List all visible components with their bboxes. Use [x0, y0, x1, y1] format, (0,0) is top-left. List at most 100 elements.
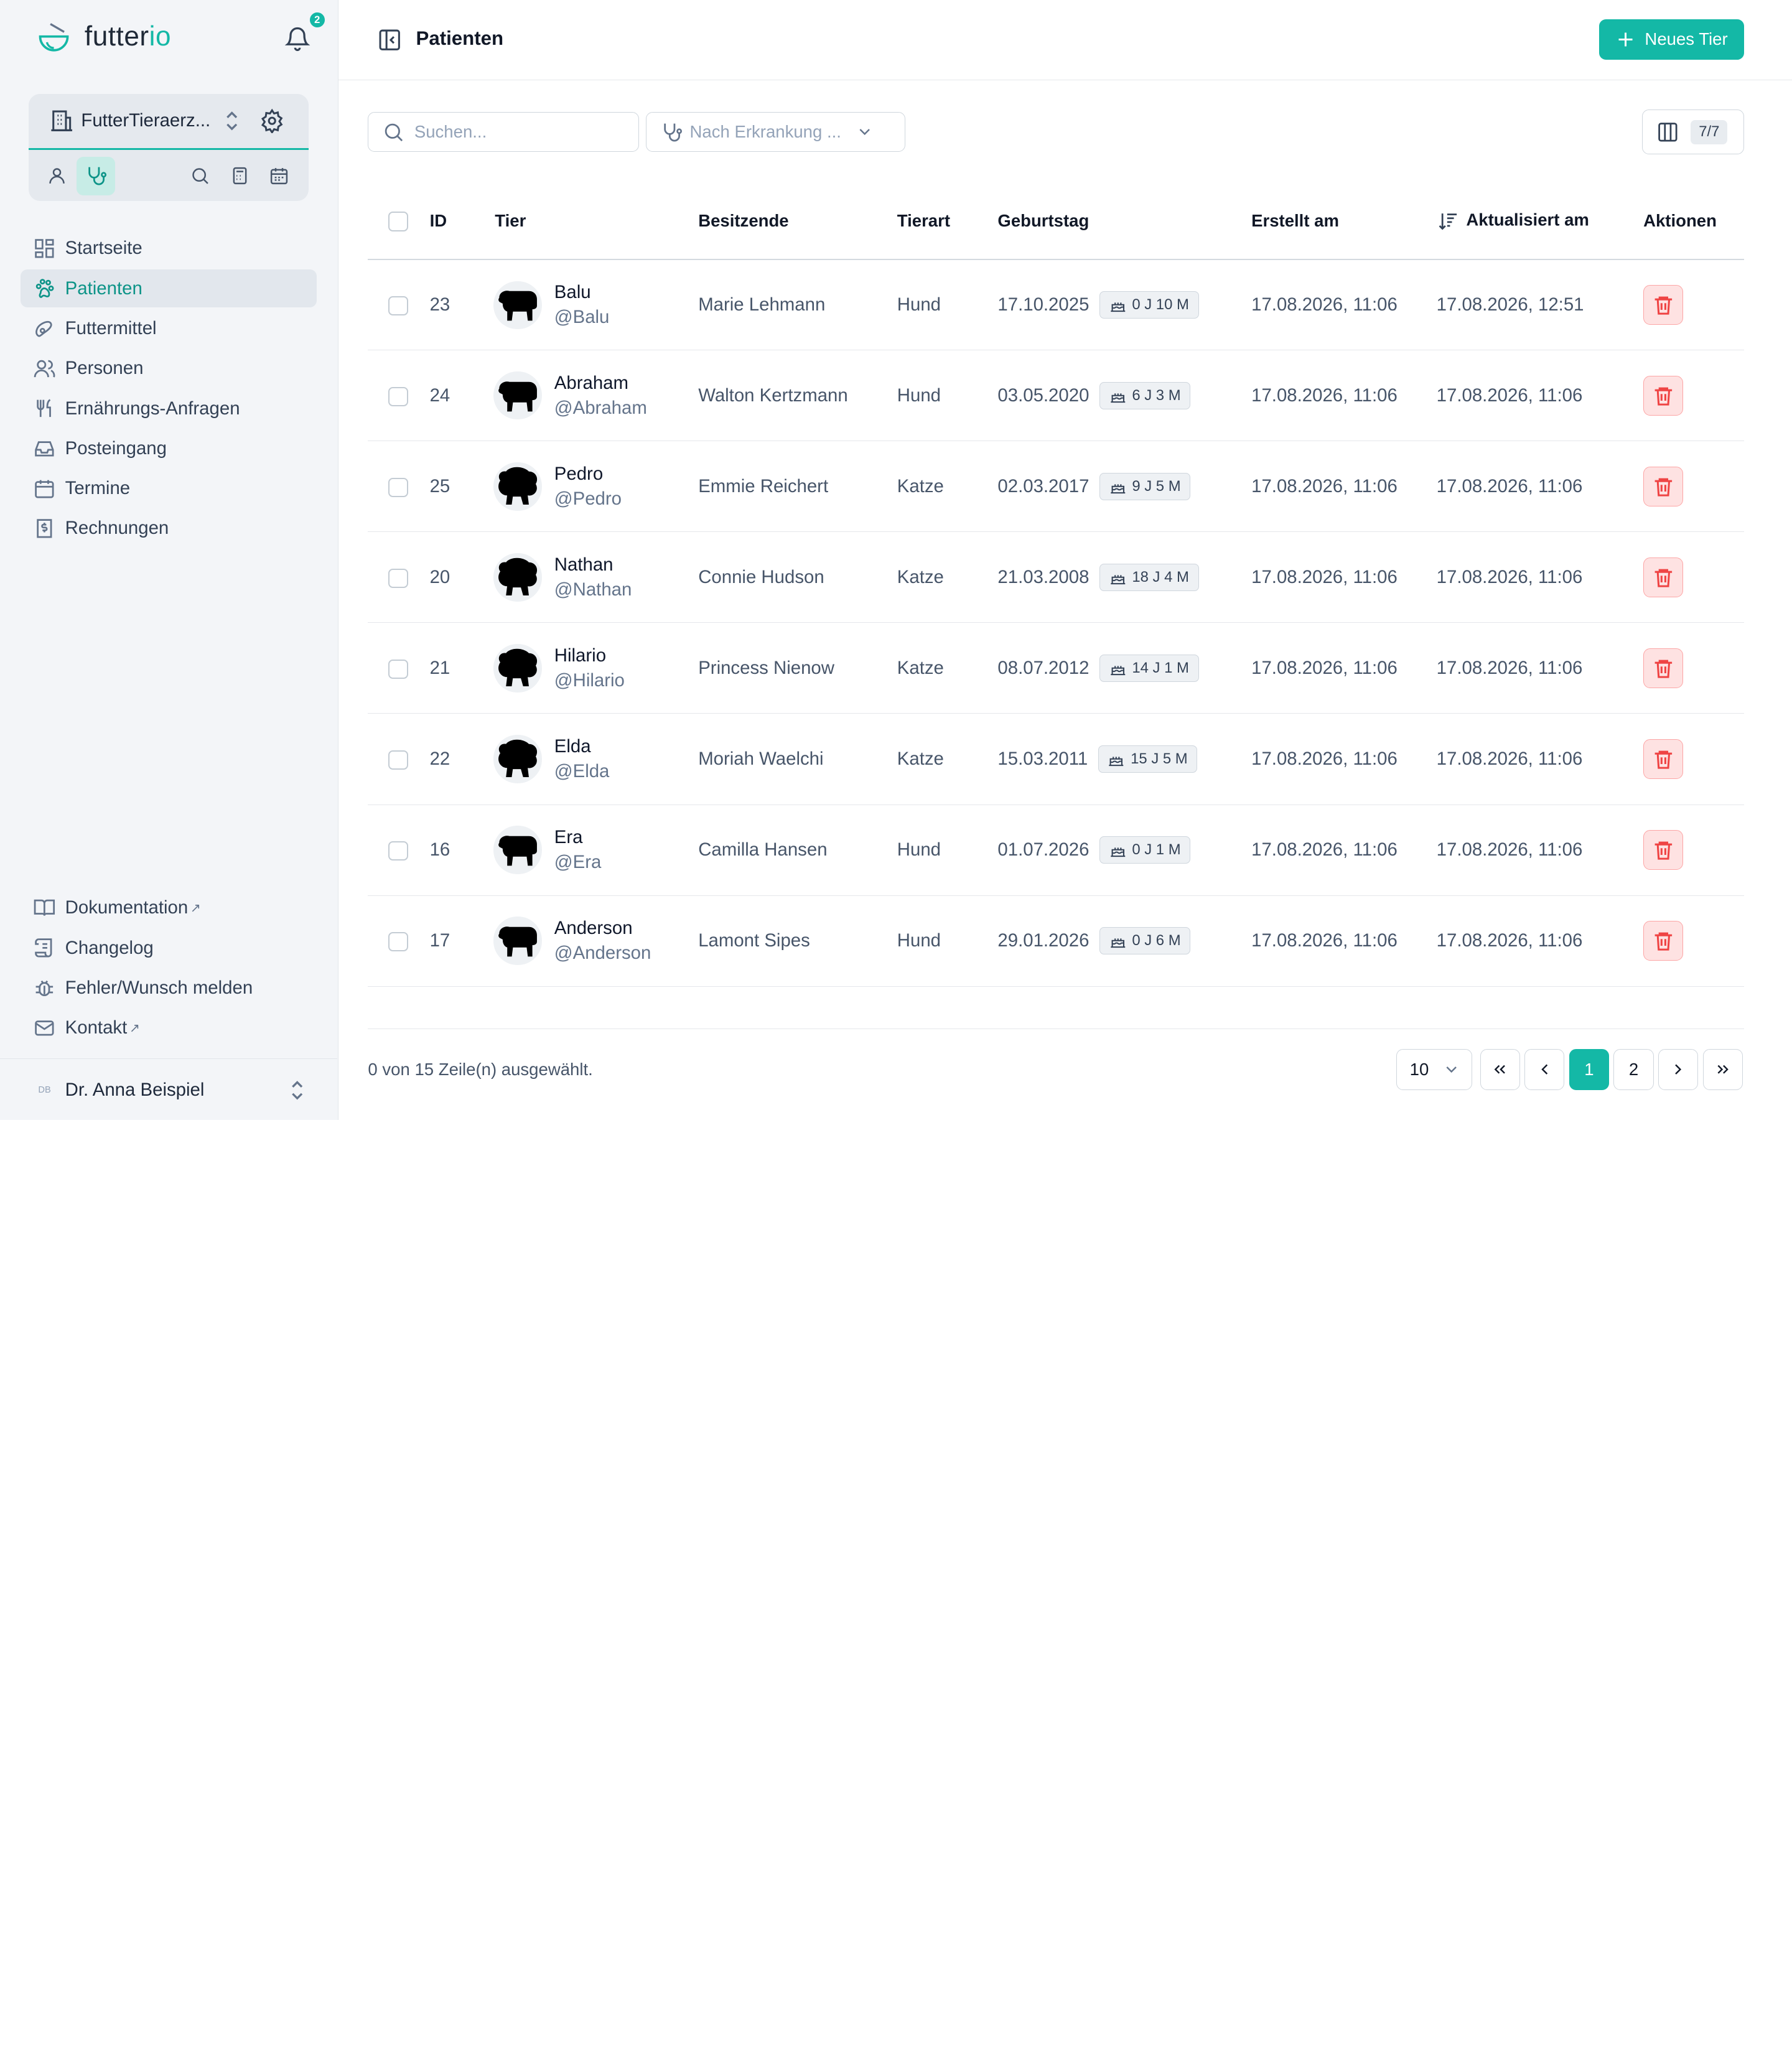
row-checkbox[interactable] — [388, 750, 408, 770]
page-size-select[interactable]: 10 — [1396, 1049, 1472, 1091]
first-page-button[interactable] — [1480, 1049, 1520, 1091]
row-checkbox[interactable] — [388, 568, 408, 588]
delete-button[interactable] — [1643, 557, 1684, 598]
animal-name: Anderson — [554, 917, 633, 938]
search-input[interactable] — [414, 122, 620, 142]
clinic-name: FutterTieraerz... — [81, 110, 211, 131]
brand-logo[interactable]: futterio — [37, 21, 171, 52]
sidebar-item-label: Termine — [65, 478, 131, 499]
row-select-cell — [368, 895, 430, 987]
cell-tier[interactable]: Nathan @Nathan — [493, 531, 699, 623]
row-checkbox[interactable] — [388, 296, 408, 315]
calendar-tool[interactable] — [259, 157, 298, 195]
delete-button[interactable] — [1643, 829, 1684, 870]
sidebar-item-dokumentation[interactable]: Dokumentation ↗ — [21, 889, 317, 927]
cell-tier[interactable]: Abraham @Abraham — [493, 350, 699, 442]
calculator-tool[interactable] — [220, 157, 259, 195]
chevron-down-icon — [859, 129, 870, 136]
header-tier[interactable]: Tier — [495, 182, 699, 260]
user-menu[interactable]: DB Dr. Anna Beispiel — [32, 1070, 306, 1111]
next-page-button[interactable] — [1658, 1049, 1699, 1091]
avatar — [493, 553, 542, 602]
cell-tier[interactable]: Anderson @Anderson — [493, 895, 699, 987]
sidebar-item-termine[interactable]: Termine — [21, 470, 317, 508]
clinic-select[interactable]: FutterTieraerz... — [28, 93, 309, 150]
row-checkbox[interactable] — [388, 659, 408, 679]
animal-name: Elda — [554, 735, 591, 757]
last-page-button[interactable] — [1702, 1049, 1743, 1091]
animal-cell: Elda @Elda — [493, 734, 698, 785]
sidebar-item-rechnungen[interactable]: Rechnungen — [21, 510, 317, 548]
plus-icon — [1618, 32, 1633, 47]
cell-tier[interactable]: Pedro @Pedro — [493, 441, 699, 533]
delete-button[interactable] — [1643, 285, 1684, 325]
row-checkbox[interactable] — [388, 841, 408, 861]
cell-created: 17.08.2026, 11:06 — [1251, 441, 1437, 533]
table-row[interactable]: 20 Nathan @Nathan Connie Hudson Katze 21… — [368, 531, 1744, 623]
search-tool[interactable] — [180, 157, 219, 195]
row-checkbox[interactable] — [388, 931, 408, 951]
delete-button[interactable] — [1643, 920, 1684, 961]
page-2-button[interactable]: 2 — [1613, 1049, 1654, 1091]
person-tool[interactable] — [38, 157, 77, 195]
row-checkbox[interactable] — [388, 386, 408, 406]
bell-icon[interactable] — [284, 25, 311, 52]
table-row[interactable]: 24 Abraham @Abraham Walton Kertzmann Hun… — [368, 350, 1744, 442]
table-row[interactable]: 17 Anderson @Anderson Lamont Sipes Hund … — [368, 895, 1744, 987]
row-select-cell — [368, 531, 430, 623]
sidebar-item-posteingang[interactable]: Posteingang — [21, 430, 317, 468]
cell-tier[interactable]: Elda @Elda — [493, 713, 699, 805]
age-value: 0 J 10 M — [1132, 296, 1189, 314]
avatar: DB — [38, 1085, 51, 1096]
page-1-button[interactable]: 1 — [1569, 1049, 1610, 1091]
delete-button[interactable] — [1643, 648, 1684, 689]
sidebar-item-startseite[interactable]: Startseite — [21, 230, 317, 268]
select-all-checkbox[interactable] — [388, 212, 408, 231]
header-id[interactable]: ID — [429, 182, 495, 260]
cell-species: Hund — [897, 805, 998, 896]
stethoscope-tool[interactable] — [77, 156, 116, 196]
search-box[interactable] — [368, 111, 639, 152]
header-erstellt[interactable]: Erstellt am — [1251, 182, 1437, 260]
disease-filter[interactable]: Nach Erkrankung ... — [645, 111, 905, 152]
table-row[interactable]: 25 Pedro @Pedro Emmie Reichert Katze 02.… — [368, 441, 1744, 533]
gear-icon[interactable] — [259, 108, 284, 134]
cell-tier[interactable]: Hilario @Hilario — [493, 622, 699, 714]
cell-updated: 17.08.2026, 11:06 — [1436, 441, 1644, 533]
sidebar-item-fehler-melden[interactable]: Fehler/Wunsch melden — [21, 969, 317, 1007]
sidebar-toggle-icon[interactable] — [377, 27, 402, 52]
cell-tier[interactable]: Era @Era — [493, 805, 699, 896]
header-geburtstag[interactable]: Geburtstag — [997, 182, 1252, 260]
table-row[interactable]: 21 Hilario @Hilario Princess Nienow Katz… — [368, 622, 1744, 714]
sidebar-item-changelog[interactable]: Changelog — [21, 929, 317, 967]
cell-species: Katze — [897, 531, 998, 623]
delete-button[interactable] — [1643, 375, 1684, 416]
sidebar-item-futtermittel[interactable]: Futtermittel — [21, 310, 317, 348]
cell-tier[interactable]: Balu @Balu — [493, 259, 699, 351]
new-animal-button[interactable]: Neues Tier — [1598, 19, 1744, 60]
columns-toggle-button[interactable]: 7/7 — [1642, 110, 1744, 154]
page-size-value: 10 — [1409, 1060, 1429, 1080]
row-select-cell — [368, 350, 430, 442]
sidebar-item-ernaehrungs-anfragen[interactable]: Ernährungs-Anfragen — [21, 389, 317, 427]
sidebar-item-patienten[interactable]: Patienten — [21, 269, 317, 308]
birthday-wrap: 15.03.2011 15 J 5 M — [997, 745, 1251, 773]
delete-button[interactable] — [1643, 739, 1684, 780]
row-checkbox[interactable] — [388, 477, 408, 497]
prev-page-button[interactable] — [1524, 1049, 1565, 1091]
birthday-wrap: 03.05.2020 6 J 3 M — [997, 381, 1251, 409]
birthday-date: 29.01.2026 — [997, 930, 1090, 951]
cell-species: Hund — [897, 895, 998, 987]
table-row[interactable]: 22 Elda @Elda Moriah Waelchi Katze 15.03… — [368, 713, 1744, 805]
header-besitzende[interactable]: Besitzende — [698, 182, 897, 260]
sidebar-item-kontakt[interactable]: Kontakt ↗ — [21, 1009, 317, 1047]
sidebar-item-personen[interactable]: Personen — [21, 350, 317, 388]
table-row[interactable]: 23 Balu @Balu Marie Lehmann Hund 17.10.2… — [368, 259, 1744, 351]
table-row[interactable]: 16 Era @Era Camilla Hansen Hund 01.07.20… — [368, 805, 1744, 896]
header-aktualisiert[interactable]: Aktualisiert am — [1436, 182, 1644, 260]
avatar — [493, 371, 542, 420]
age-value: 0 J 1 M — [1132, 841, 1181, 858]
delete-button[interactable] — [1643, 466, 1684, 507]
cell-birthday: 02.03.2017 9 J 5 M — [997, 441, 1252, 533]
header-tierart[interactable]: Tierart — [897, 182, 998, 260]
